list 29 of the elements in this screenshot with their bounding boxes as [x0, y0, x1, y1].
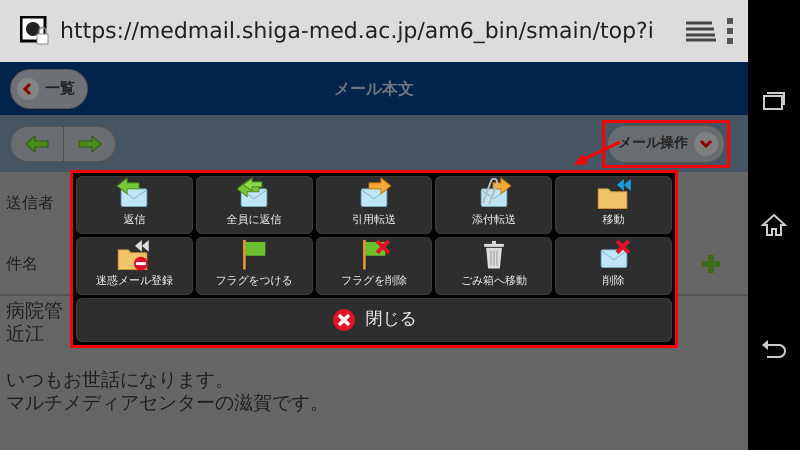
- page-title: メール本文: [333, 78, 415, 100]
- secure-site-icon: [20, 16, 50, 46]
- menu-item[interactable]: ごみ箱へ移動: [435, 237, 552, 295]
- menu-item[interactable]: 削除: [555, 237, 672, 295]
- close-button[interactable]: 閉じる: [76, 298, 672, 342]
- overflow-menu-icon[interactable]: [726, 17, 734, 45]
- menu-item[interactable]: 全員に返信: [196, 176, 313, 234]
- field-label: 件名: [6, 253, 38, 275]
- close-icon: [332, 308, 356, 332]
- back-icon[interactable]: [761, 339, 787, 359]
- body-text: いつもお世話になります。: [6, 369, 234, 391]
- arrow-left-icon: [25, 134, 49, 152]
- menu-item[interactable]: フラグを削除: [316, 237, 432, 295]
- menu-item[interactable]: 引用転送: [316, 176, 432, 234]
- tabs-icon[interactable]: [684, 20, 716, 42]
- menu-item[interactable]: 添付転送: [435, 176, 552, 234]
- arrow-right-icon: [78, 134, 102, 152]
- menu-item[interactable]: 返信: [76, 176, 193, 234]
- body-text: 近江: [6, 323, 44, 345]
- home-icon[interactable]: [761, 213, 787, 237]
- field-label: 送信者: [6, 192, 54, 214]
- menu-item[interactable]: 移動: [555, 176, 672, 234]
- recent-apps-icon[interactable]: [762, 91, 786, 111]
- chevron-down-icon: [700, 138, 712, 148]
- menu-item[interactable]: 迷惑メール登録: [76, 237, 193, 295]
- chevron-left-icon: [23, 82, 33, 94]
- menu-item[interactable]: フラグをつける: [196, 237, 313, 295]
- body-text: マルチメディアセンターの滋賀です。: [6, 392, 329, 414]
- body-text: 病院管: [6, 300, 63, 322]
